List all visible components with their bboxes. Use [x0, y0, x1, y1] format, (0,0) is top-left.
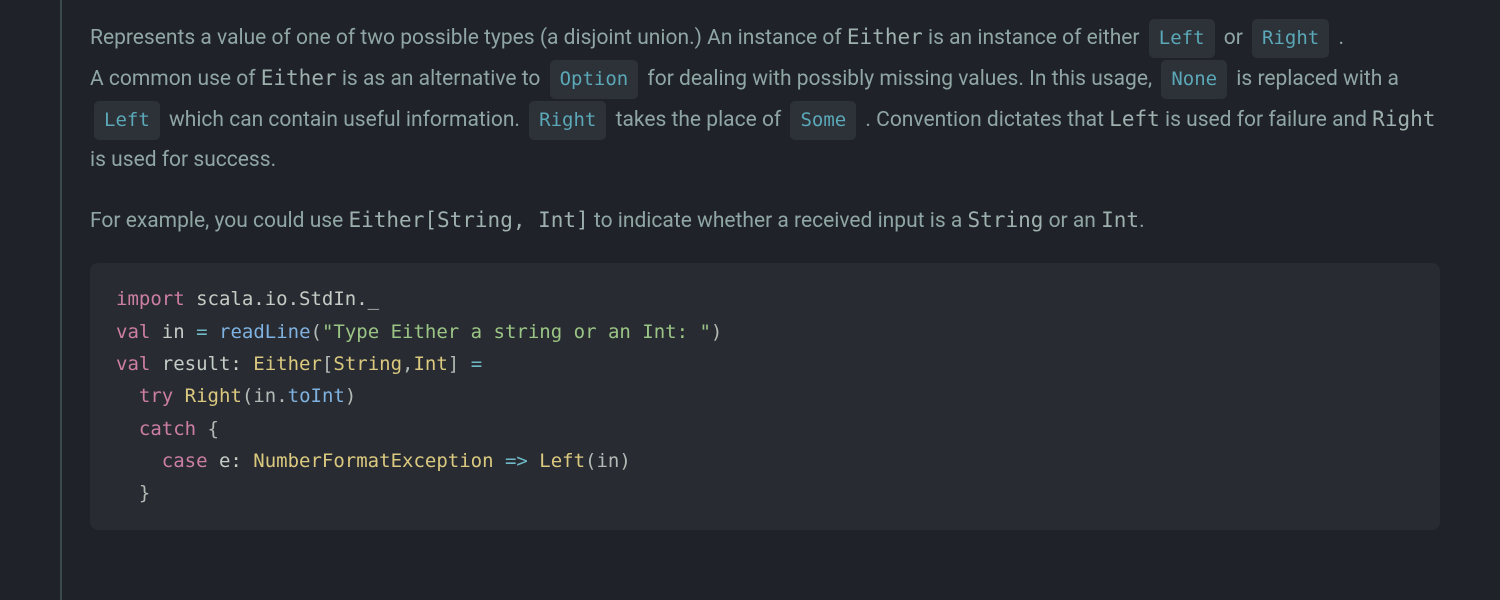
- code-indent: [116, 482, 139, 504]
- code-text: scala.io.StdIn._: [185, 288, 379, 310]
- code-text: [173, 385, 184, 407]
- code-punct: (in): [585, 450, 631, 472]
- code-keyword: case: [162, 450, 208, 472]
- code-inline-int: Int: [1101, 208, 1139, 232]
- text: or an: [1043, 209, 1101, 233]
- code-type: Int: [413, 353, 447, 375]
- text: For example, you could use: [90, 209, 348, 233]
- description-paragraph-2: For example, you could use Either[String…: [90, 201, 1440, 242]
- code-inline-right: Right: [1372, 107, 1435, 131]
- link-none[interactable]: None: [1161, 60, 1227, 99]
- code-keyword: val: [116, 321, 150, 343]
- code-inline-left: Left: [1109, 107, 1160, 131]
- code-punct: [: [322, 353, 333, 375]
- text: to indicate whether a received input is …: [589, 209, 968, 233]
- code-type: Left: [539, 450, 585, 472]
- text: which can contain useful information.: [164, 108, 525, 132]
- code-keyword: import: [116, 288, 185, 310]
- link-left[interactable]: Left: [1149, 19, 1215, 58]
- link-right[interactable]: Right: [1252, 19, 1329, 58]
- text: is replaced with a: [1231, 67, 1399, 91]
- text: . Convention dictates that: [860, 108, 1109, 132]
- link-left[interactable]: Left: [94, 101, 160, 140]
- code-type: Right: [185, 385, 242, 407]
- code-keyword: try: [139, 385, 173, 407]
- code-function: readLine: [219, 321, 311, 343]
- code-keyword: val: [116, 353, 150, 375]
- text: is used for failure and: [1160, 108, 1372, 132]
- code-punct: ): [711, 321, 722, 343]
- link-option[interactable]: Option: [550, 60, 639, 99]
- code-type: String: [333, 353, 402, 375]
- doc-panel: Represents a value of one of two possibl…: [0, 0, 1500, 600]
- link-some[interactable]: Some: [790, 101, 856, 140]
- text: .: [1333, 26, 1344, 50]
- code-punct: ,: [402, 353, 413, 375]
- code-text: e:: [208, 450, 254, 472]
- text: is as an alternative to: [337, 67, 546, 91]
- code-op: =: [196, 321, 207, 343]
- code-op: =>: [494, 450, 540, 472]
- quote-rule: [60, 0, 62, 600]
- code-indent: [116, 418, 139, 440]
- text: for dealing with possibly missing values…: [642, 67, 1157, 91]
- text: is an instance of either: [923, 26, 1145, 50]
- description-paragraph-1: Represents a value of one of two possibl…: [90, 18, 1440, 181]
- text: is used for success.: [90, 148, 276, 172]
- code-punct: (in.: [242, 385, 288, 407]
- code-inline-either: Either: [847, 25, 923, 49]
- code-keyword: catch: [139, 418, 196, 440]
- text: A common use of: [90, 67, 261, 91]
- code-inline-either: Either: [261, 66, 337, 90]
- text: takes the place of: [610, 108, 786, 132]
- code-punct: ): [345, 385, 356, 407]
- code-block: import scala.io.StdIn._ val in = readLin…: [90, 263, 1440, 529]
- code-punct: }: [139, 482, 150, 504]
- text: Represents a value of one of two possibl…: [90, 26, 847, 50]
- code-text: in: [150, 321, 196, 343]
- code-text: [208, 321, 219, 343]
- code-punct: ]: [448, 353, 471, 375]
- code-text: result:: [150, 353, 253, 375]
- code-indent: [116, 450, 162, 472]
- code-type: Either: [253, 353, 322, 375]
- code-inline-string: String: [968, 208, 1044, 232]
- code-op: =: [471, 353, 482, 375]
- text: .: [1139, 209, 1145, 233]
- code-indent: [116, 385, 139, 407]
- text: or: [1219, 26, 1249, 50]
- code-type: NumberFormatException: [253, 450, 493, 472]
- code-punct: (: [311, 321, 322, 343]
- code-inline-either-sig: Either[String, Int]: [348, 208, 588, 232]
- code-punct: {: [196, 418, 219, 440]
- code-function: toInt: [288, 385, 345, 407]
- link-right[interactable]: Right: [529, 101, 606, 140]
- code-string: "Type Either a string or an Int: ": [322, 321, 711, 343]
